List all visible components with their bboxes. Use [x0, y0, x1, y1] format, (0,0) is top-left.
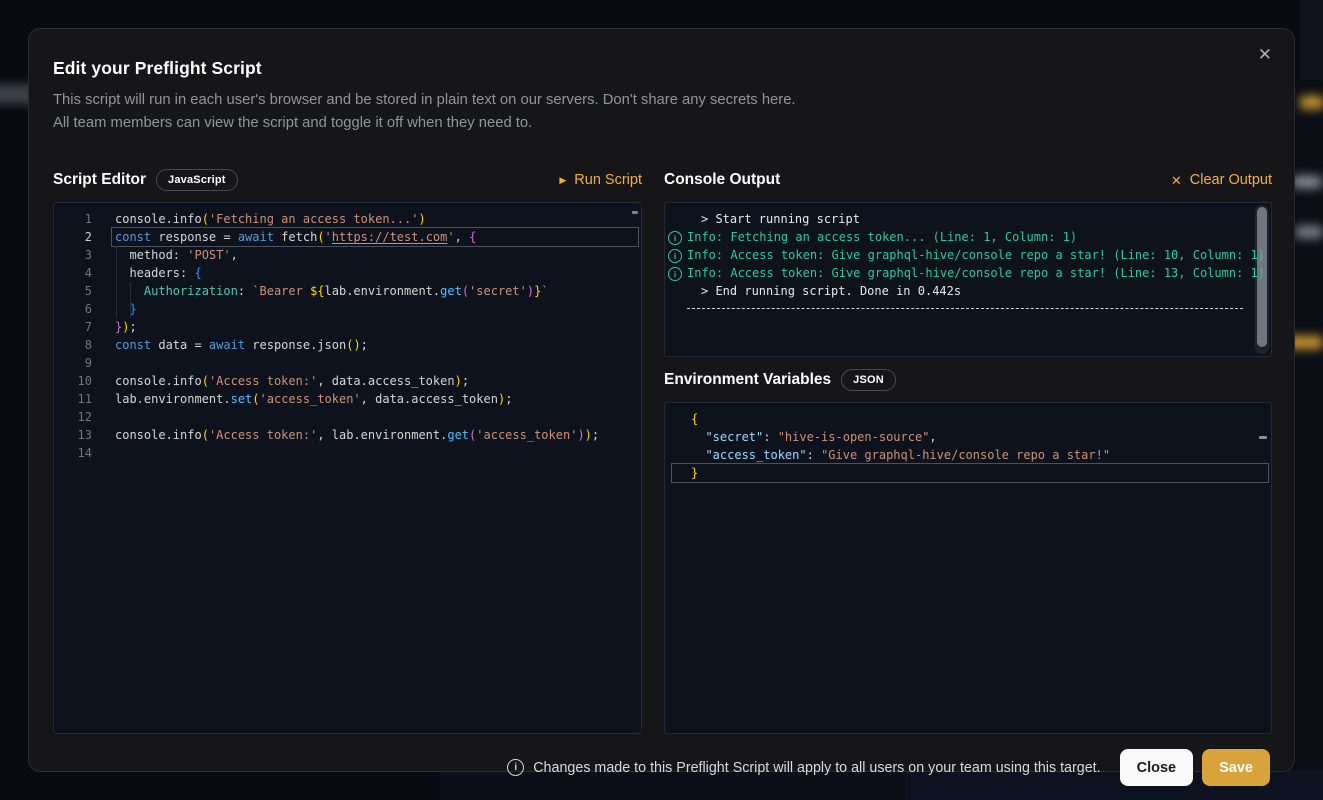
indent-guide: [130, 282, 131, 318]
backdrop-blur-item: [1292, 176, 1322, 188]
play-icon: ▶: [559, 176, 566, 185]
screen: ✕ Edit your Preflight Script This script…: [0, 0, 1323, 800]
env-vars-title: Environment Variables: [664, 371, 831, 389]
console-log-line: iInfo: Access token: Give graphql-hive/c…: [665, 246, 1271, 264]
code-line[interactable]: 4 headers: {: [54, 264, 641, 282]
code-line[interactable]: 9: [54, 354, 641, 372]
json-badge: JSON: [841, 369, 896, 391]
console-log-line: iInfo: Access token: Give graphql-hive/c…: [665, 264, 1271, 282]
line-number: 7: [54, 318, 92, 336]
console-log-line: > End running script. Done in 0.442s: [665, 282, 1271, 300]
line-number: 14: [54, 444, 92, 462]
modal-footer: i Changes made to this Preflight Script …: [53, 749, 1270, 786]
line-number: 3: [54, 246, 92, 264]
javascript-badge: JavaScript: [156, 169, 238, 191]
env-vars-editor[interactable]: { "secret": "hive-is-open-source", "acce…: [664, 402, 1272, 734]
line-number: 12: [54, 408, 92, 426]
code-line[interactable]: 3 method: 'POST',: [54, 246, 641, 264]
backdrop-corner: [1300, 0, 1323, 80]
info-log-icon: i: [668, 267, 682, 281]
clear-icon: ✕: [1171, 174, 1182, 187]
line-number: 1: [54, 210, 92, 228]
console-separator: [687, 308, 1243, 309]
line-number: 10: [54, 372, 92, 390]
preflight-script-modal: ✕ Edit your Preflight Script This script…: [28, 28, 1295, 772]
run-script-label: Run Script: [574, 172, 642, 188]
modal-description-line2: All team members can view the script and…: [53, 112, 1270, 135]
clear-output-label: Clear Output: [1190, 172, 1272, 188]
panels: Script Editor JavaScript ▶ Run Script 1c…: [53, 167, 1270, 734]
line-number: 6: [54, 300, 92, 318]
env-scrollbar-mark: [1259, 436, 1267, 439]
script-editor-column: Script Editor JavaScript ▶ Run Script 1c…: [53, 167, 642, 734]
indent-guide: [116, 246, 117, 318]
line-number: 13: [54, 426, 92, 444]
code-line[interactable]: 12: [54, 408, 641, 426]
console-log-line: iInfo: Fetching an access token... (Line…: [665, 228, 1271, 246]
info-log-icon: i: [668, 249, 682, 263]
clear-output-button[interactable]: ✕ Clear Output: [1171, 172, 1272, 188]
console-output-panel[interactable]: > Start running scriptiInfo: Fetching an…: [664, 202, 1272, 357]
backdrop-blur-item: [1295, 226, 1323, 238]
code-line[interactable]: 8const data = await response.json();: [54, 336, 641, 354]
code-line[interactable]: 7});: [54, 318, 641, 336]
overview-ruler-mark: [632, 211, 638, 214]
script-editor-title: Script Editor: [53, 171, 146, 189]
code-line[interactable]: 6 }: [54, 300, 641, 318]
line-number: 2: [54, 228, 92, 246]
env-json-line[interactable]: "secret": "hive-is-open-source",: [665, 428, 1271, 446]
info-log-icon: i: [668, 231, 682, 245]
console-output-title: Console Output: [664, 171, 780, 189]
code-line[interactable]: 14: [54, 444, 641, 462]
code-line[interactable]: 5 Authorization: `Bearer ${lab.environme…: [54, 282, 641, 300]
code-line[interactable]: 11lab.environment.set('access_token', da…: [54, 390, 641, 408]
env-json-line[interactable]: {: [665, 410, 1271, 428]
line-number: 4: [54, 264, 92, 282]
backdrop-blur-item: [1300, 96, 1323, 109]
console-log-line: > Start running script: [665, 210, 1271, 228]
env-json-line[interactable]: "access_token": "Give graphql-hive/conso…: [665, 446, 1271, 464]
close-icon[interactable]: ✕: [1254, 42, 1276, 67]
output-column: Console Output ✕ Clear Output > Start ru…: [664, 167, 1272, 734]
code-line[interactable]: 2const response = await fetch('https://t…: [54, 228, 641, 246]
script-code-editor[interactable]: 1console.info('Fetching an access token.…: [53, 202, 642, 734]
footer-note: Changes made to this Preflight Script wi…: [533, 760, 1100, 776]
env-json-line[interactable]: }: [672, 464, 1268, 482]
save-button[interactable]: Save: [1202, 749, 1270, 786]
line-number: 8: [54, 336, 92, 354]
line-number: 9: [54, 354, 92, 372]
line-number: 5: [54, 282, 92, 300]
run-script-button[interactable]: ▶ Run Script: [559, 172, 642, 188]
line-number: 11: [54, 390, 92, 408]
code-line[interactable]: 13console.info('Access token:', lab.envi…: [54, 426, 641, 444]
modal-description-line1: This script will run in each user's brow…: [53, 89, 1270, 112]
code-line[interactable]: 1console.info('Fetching an access token.…: [54, 210, 641, 228]
modal-title: Edit your Preflight Script: [53, 53, 1270, 79]
info-icon: i: [507, 759, 524, 776]
code-line[interactable]: 10console.info('Access token:', data.acc…: [54, 372, 641, 390]
close-button[interactable]: Close: [1120, 749, 1194, 786]
